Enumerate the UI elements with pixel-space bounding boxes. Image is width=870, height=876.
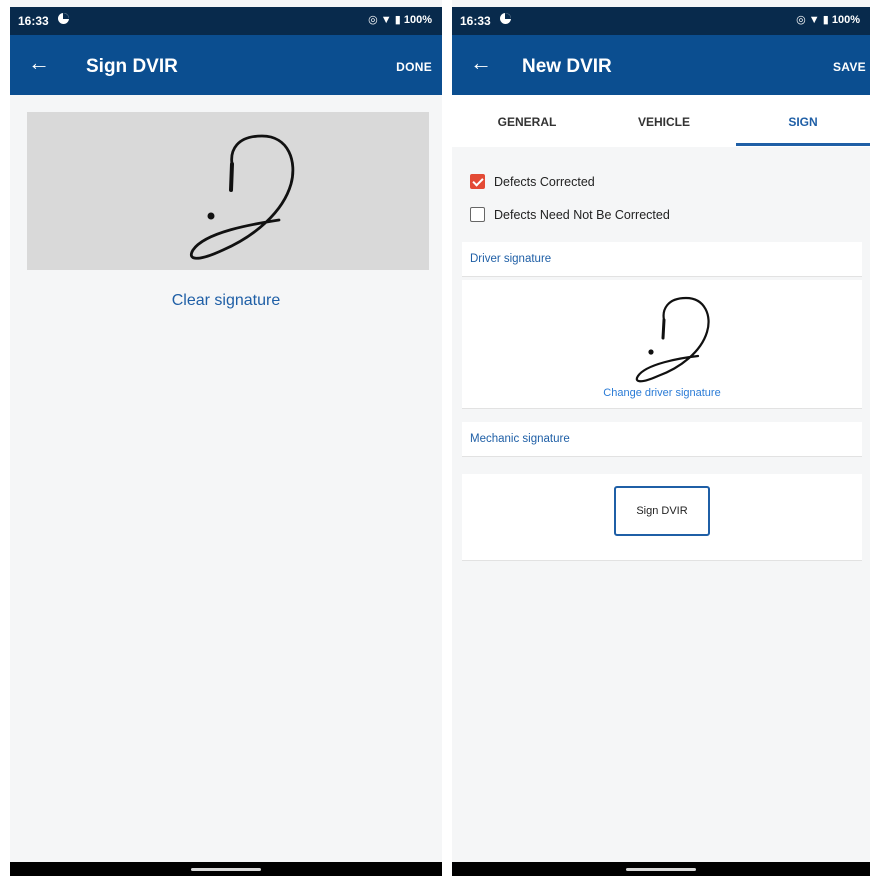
location-icon: ◎ [796,14,806,26]
home-handle[interactable] [626,868,696,871]
section-title: Driver signature [470,253,552,265]
status-icons: ◎ ▼ ▮ 100% [796,13,860,26]
status-bar: 16:33 ◎ ▼ ▮ 100% [10,7,442,35]
mechanic-signature-header: Mechanic signature [462,422,862,457]
battery-icon: ▮ [822,14,829,26]
tab-sign[interactable]: SIGN [743,115,863,129]
driver-signature-header: Driver signature [462,242,862,277]
sign-dvir-screen: 16:33 ◎ ▼ ▮ 100% ← Sign DVIR DONE Clear … [10,0,442,876]
checkbox-unchecked-icon[interactable] [470,207,485,222]
new-dvir-screen: 16:33 ◎ ▼ ▮ 100% ← New DVIR SAVE GENERAL… [452,0,870,876]
wifi-icon: ▼ [380,14,392,26]
status-icons: ◎ ▼ ▮ 100% [368,13,432,26]
page-title: New DVIR [522,56,612,77]
done-button[interactable]: DONE [396,60,432,74]
battery-percent: 100% [831,14,860,26]
status-time: 16:33 [18,14,49,28]
tab-general[interactable]: GENERAL [467,115,587,129]
sync-icon [58,13,69,24]
back-arrow-icon[interactable]: ← [28,52,50,74]
sync-icon [500,13,511,24]
driver-signature-card: Change driver signature [462,280,862,409]
app-bar: ← Sign DVIR DONE [10,35,442,95]
driver-signature-image [635,296,710,383]
change-driver-signature-link[interactable]: Change driver signature [462,387,862,399]
tab-indicator [736,143,870,146]
tab-bar: GENERAL VEHICLE SIGN [452,95,870,147]
checkbox-checked-icon[interactable] [470,174,485,189]
home-handle[interactable] [191,868,261,871]
mechanic-signature-card: Sign DVIR [462,474,862,561]
status-time: 16:33 [460,14,491,28]
battery-icon: ▮ [394,14,401,26]
signature-drawing [190,134,295,260]
nav-bar [10,862,442,876]
back-arrow-icon[interactable]: ← [470,52,492,74]
battery-percent: 100% [403,14,432,26]
tab-vehicle[interactable]: VEHICLE [604,115,724,129]
location-icon: ◎ [368,14,378,26]
status-bar: 16:33 ◎ ▼ ▮ 100% [452,7,870,35]
clear-signature-link[interactable]: Clear signature [10,292,442,310]
sign-dvir-button[interactable]: Sign DVIR [614,486,710,536]
wifi-icon: ▼ [808,14,820,26]
checkbox-label: Defects Need Not Be Corrected [494,208,670,222]
save-button[interactable]: SAVE [833,60,866,74]
checkbox-label: Defects Corrected [494,175,595,189]
section-title: Mechanic signature [470,433,570,445]
app-bar: ← New DVIR SAVE [452,35,870,95]
page-title: Sign DVIR [86,56,178,77]
nav-bar [452,862,870,876]
signature-pad[interactable] [27,112,429,270]
